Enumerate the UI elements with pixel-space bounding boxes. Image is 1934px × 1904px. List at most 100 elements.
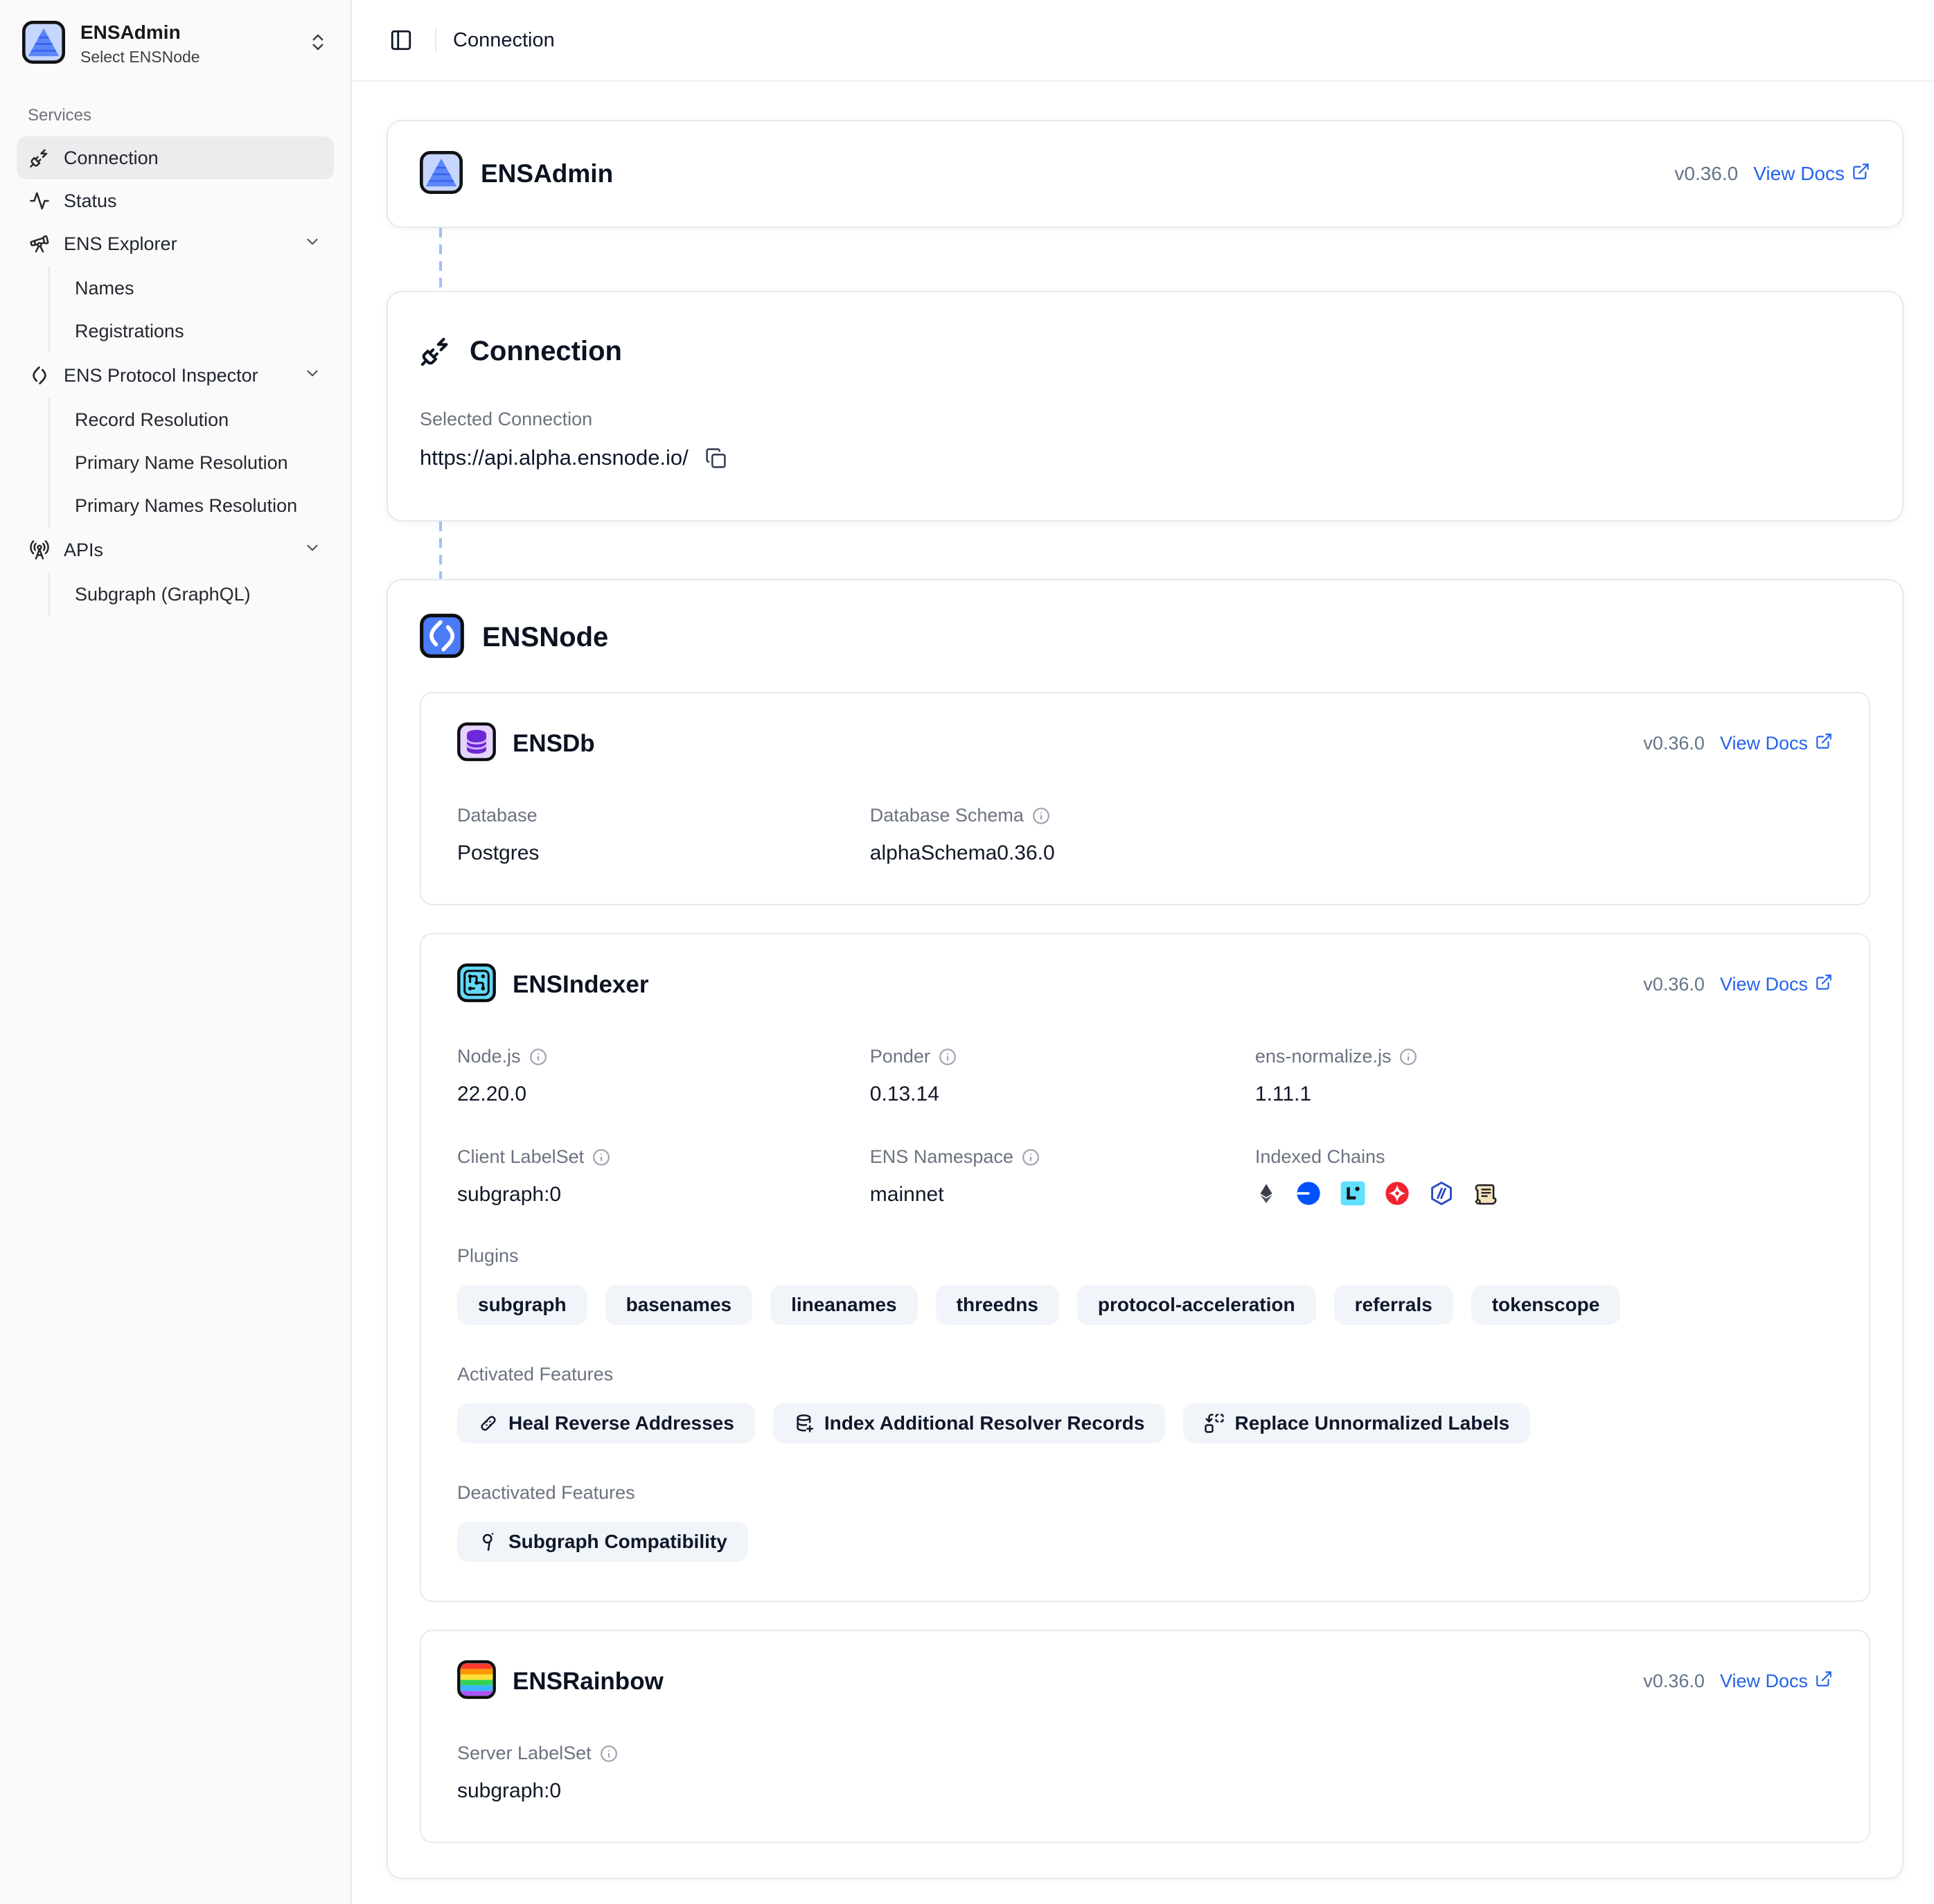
field-label: ENS Namespace bbox=[870, 1146, 1013, 1168]
view-docs-link[interactable]: View Docs bbox=[1720, 973, 1833, 996]
info-icon[interactable] bbox=[1022, 1148, 1040, 1166]
sidebar-item-label: Primary Names Resolution bbox=[75, 495, 297, 517]
external-link-icon bbox=[1815, 1670, 1833, 1693]
sidebar-item-label: ENS Protocol Inspector bbox=[64, 365, 258, 386]
sidebar-item-label: Connection bbox=[64, 148, 159, 169]
version-label: v0.36.0 bbox=[1643, 974, 1705, 995]
field-value: 1.11.1 bbox=[1255, 1083, 1833, 1106]
view-docs-link[interactable]: View Docs bbox=[1720, 1670, 1833, 1693]
field-value: 22.20.0 bbox=[457, 1083, 870, 1106]
sidebar-item-record-resolution[interactable]: Record Resolution bbox=[50, 398, 334, 441]
chevron-down-icon bbox=[303, 539, 321, 562]
info-icon[interactable] bbox=[1399, 1048, 1417, 1066]
field-value: mainnet bbox=[870, 1183, 1255, 1207]
sidebar-item-label: Record Resolution bbox=[75, 409, 229, 431]
card-title: ENSIndexer bbox=[513, 971, 648, 999]
bandage-icon bbox=[478, 1413, 499, 1434]
info-icon[interactable] bbox=[592, 1148, 610, 1166]
selected-connection-label: Selected Connection bbox=[420, 409, 592, 430]
plug-zap-icon bbox=[420, 335, 452, 367]
activated-features-label: Activated Features bbox=[457, 1364, 1833, 1385]
deactivated-features-row: Subgraph Compatibility bbox=[457, 1522, 1833, 1562]
sidebar-nav: Connection Status ENS Explorer Names bbox=[17, 136, 334, 617]
chain-scroll-icon bbox=[1473, 1180, 1499, 1207]
activated-features-row: Heal Reverse Addresses Index Additional … bbox=[457, 1403, 1833, 1443]
plugin-badge: tokenscope bbox=[1471, 1285, 1621, 1325]
ensadmin-card: ENSAdmin v0.36.0 View Docs bbox=[387, 120, 1904, 228]
chevron-down-icon bbox=[303, 233, 321, 256]
sidebar-item-label: Registrations bbox=[75, 321, 184, 342]
view-docs-label: View Docs bbox=[1720, 733, 1808, 754]
sidebar-item-label: Subgraph (GraphQL) bbox=[75, 584, 251, 605]
feature-label: Subgraph Compatibility bbox=[508, 1531, 727, 1553]
card-title: ENSDb bbox=[513, 730, 595, 758]
replace-icon bbox=[1204, 1413, 1225, 1434]
field-server-labelset: Server LabelSet subgraph:0 bbox=[457, 1743, 870, 1803]
copy-button[interactable] bbox=[705, 447, 727, 469]
chain-optimism-icon bbox=[1384, 1180, 1410, 1207]
field-database-schema: Database Schema alphaSchema0.36.0 bbox=[870, 805, 1255, 865]
external-link-icon bbox=[1852, 162, 1870, 186]
flow-connector bbox=[387, 522, 1904, 579]
card-title: ENSAdmin bbox=[481, 159, 613, 188]
sidebar: ENSAdmin Select ENSNode Services Connect… bbox=[0, 0, 352, 1904]
activity-icon bbox=[29, 190, 50, 211]
sidebar-item-label: Names bbox=[75, 278, 134, 299]
field-database: Database Postgres bbox=[457, 805, 870, 865]
breadcrumb: Connection bbox=[453, 29, 555, 52]
ensnode-selector[interactable]: ENSAdmin Select ENSNode bbox=[17, 18, 334, 70]
field-label: ens-normalize.js bbox=[1255, 1046, 1392, 1067]
subgraph-compat-icon bbox=[478, 1531, 499, 1552]
flow-connector bbox=[387, 228, 1904, 291]
sidebar-item-names[interactable]: Names bbox=[50, 267, 334, 310]
indexed-chains-row bbox=[1255, 1180, 1833, 1207]
sidebar-group-apis: Subgraph (GraphQL) bbox=[48, 573, 334, 616]
view-docs-link[interactable]: View Docs bbox=[1753, 162, 1870, 186]
info-icon[interactable] bbox=[529, 1048, 547, 1066]
ensindexer-card: ENSIndexer v0.36.0 View Docs bbox=[420, 933, 1870, 1602]
app-subtitle: Select ENSNode bbox=[80, 48, 200, 66]
feature-label: Replace Unnormalized Labels bbox=[1234, 1412, 1509, 1434]
ensrainbow-card: ENSRainbow v0.36.0 View Docs bbox=[420, 1630, 1870, 1843]
sidebar-item-primary-names-resolution[interactable]: Primary Names Resolution bbox=[50, 484, 334, 527]
info-icon[interactable] bbox=[939, 1048, 957, 1066]
plugin-badge: lineanames bbox=[770, 1285, 918, 1325]
info-icon[interactable] bbox=[1032, 807, 1050, 825]
sidebar-item-ens-protocol-inspector[interactable]: ENS Protocol Inspector bbox=[17, 354, 334, 397]
field-label: Database Schema bbox=[870, 805, 1024, 826]
external-link-icon bbox=[1815, 973, 1833, 996]
chain-linea-icon bbox=[1340, 1180, 1366, 1207]
chain-ethereum-icon bbox=[1255, 1180, 1277, 1207]
view-docs-link[interactable]: View Docs bbox=[1720, 732, 1833, 755]
version-label: v0.36.0 bbox=[1674, 163, 1738, 185]
sidebar-group-ens-explorer: Names Registrations bbox=[48, 267, 334, 353]
ensnode-logo bbox=[420, 614, 464, 661]
field-value: 0.13.14 bbox=[870, 1083, 1255, 1106]
ensadmin-logo bbox=[22, 21, 65, 67]
sidebar-item-subgraph-graphql[interactable]: Subgraph (GraphQL) bbox=[50, 573, 334, 616]
plugins-label: Plugins bbox=[457, 1245, 1833, 1267]
ensdb-logo bbox=[457, 722, 496, 765]
feature-badge: Index Additional Resolver Records bbox=[773, 1403, 1166, 1443]
sidebar-item-primary-name-resolution[interactable]: Primary Name Resolution bbox=[50, 441, 334, 484]
sidebar-item-connection[interactable]: Connection bbox=[17, 136, 334, 179]
feature-badge: Replace Unnormalized Labels bbox=[1183, 1403, 1530, 1443]
field-ponder: Ponder 0.13.14 bbox=[870, 1046, 1255, 1106]
sidebar-item-ens-explorer[interactable]: ENS Explorer bbox=[17, 222, 334, 265]
sidebar-item-apis[interactable]: APIs bbox=[17, 528, 334, 571]
database-plus-icon bbox=[794, 1413, 815, 1434]
sidebar-section-label: Services bbox=[28, 106, 334, 125]
ensdb-card: ENSDb v0.36.0 View Docs Da bbox=[420, 692, 1870, 905]
main-area: Connection ENSAdmin v0.36.0 View Docs bbox=[352, 0, 1934, 1904]
sidebar-toggle-button[interactable] bbox=[384, 23, 418, 57]
sidebar-item-label: Status bbox=[64, 190, 117, 212]
field-label: Node.js bbox=[457, 1046, 521, 1067]
view-docs-label: View Docs bbox=[1720, 1671, 1808, 1692]
field-label: Indexed Chains bbox=[1255, 1146, 1385, 1168]
field-label: Client LabelSet bbox=[457, 1146, 584, 1168]
ensnode-card: ENSNode ENSDb v0.36.0 bbox=[387, 579, 1904, 1879]
info-icon[interactable] bbox=[600, 1745, 618, 1763]
sidebar-item-status[interactable]: Status bbox=[17, 179, 334, 222]
sidebar-item-label: ENS Explorer bbox=[64, 233, 177, 255]
sidebar-item-registrations[interactable]: Registrations bbox=[50, 310, 334, 353]
